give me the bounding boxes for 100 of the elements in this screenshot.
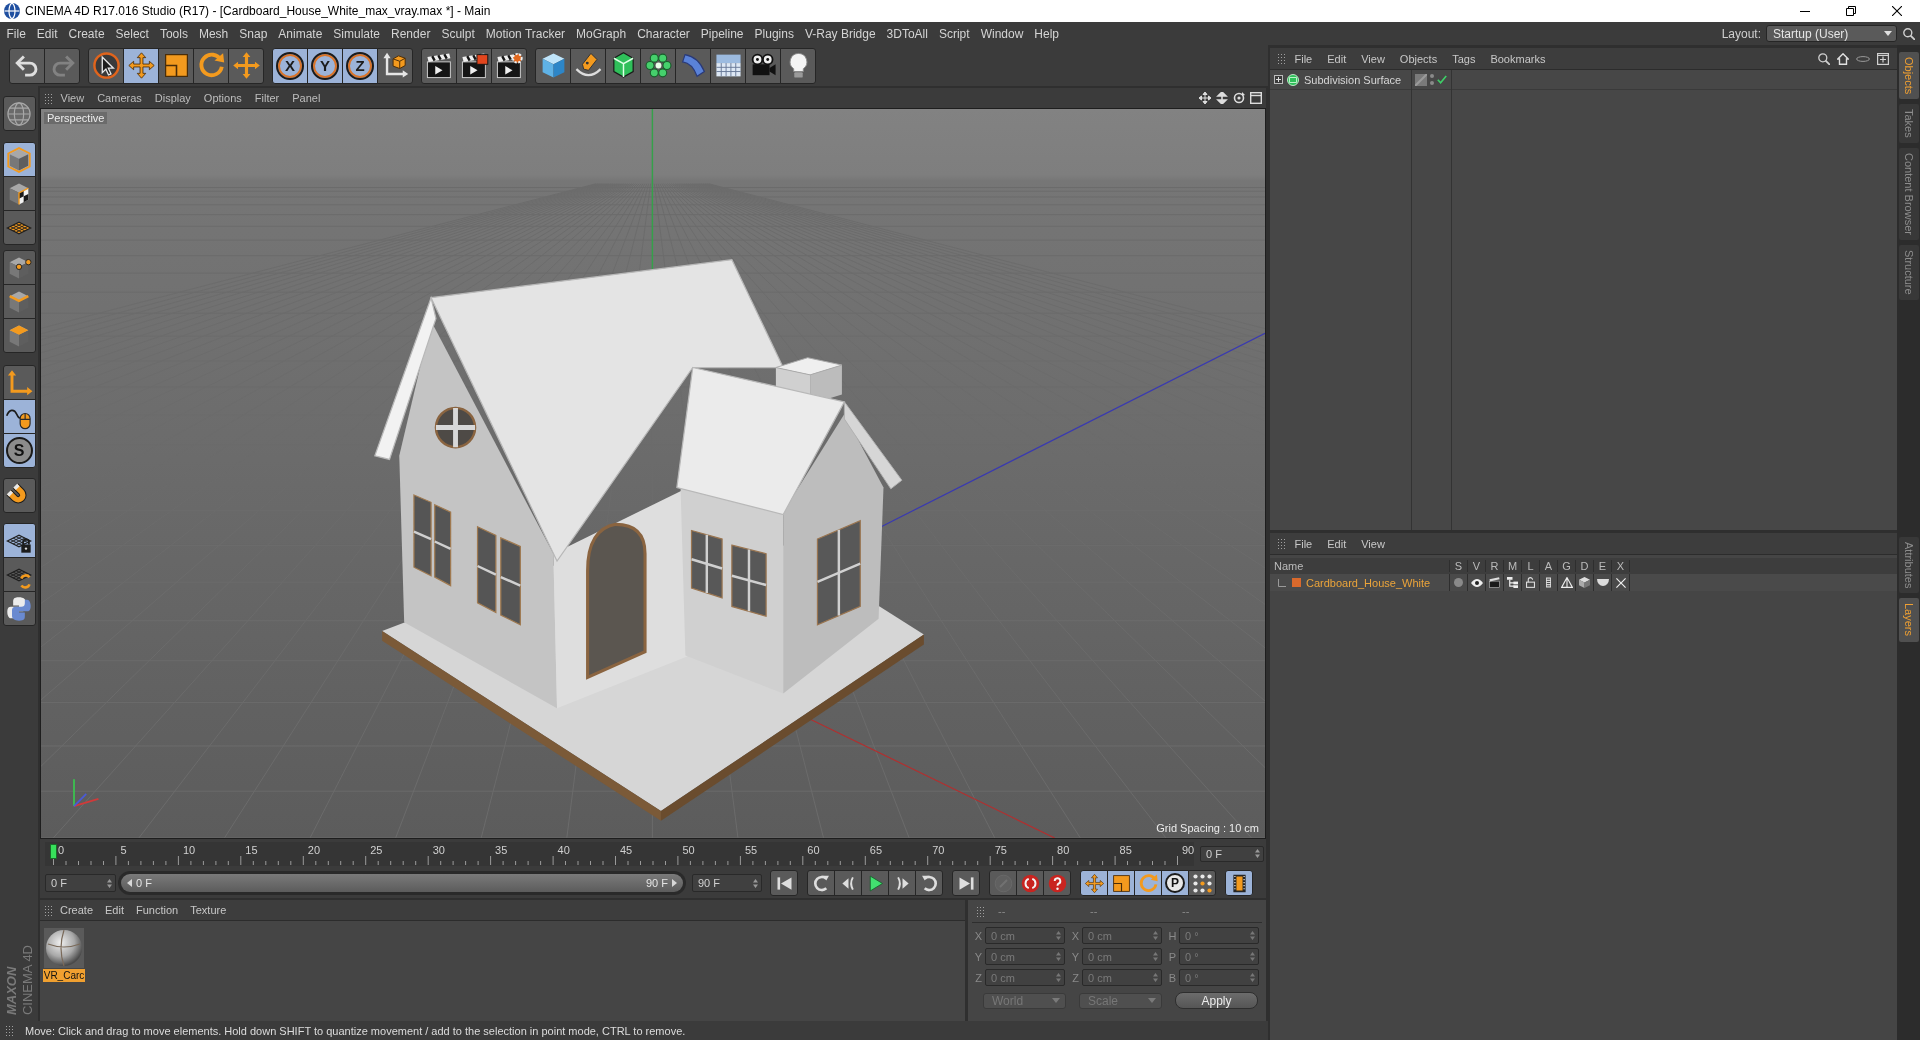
side-tab[interactable]: Attributes xyxy=(1898,537,1919,594)
menu-item[interactable]: Cameras xyxy=(90,92,149,104)
column-header[interactable]: M xyxy=(1504,560,1522,572)
expand-plus-icon[interactable] xyxy=(1274,75,1283,84)
floor-button[interactable] xyxy=(710,47,746,84)
column-header[interactable]: Name xyxy=(1270,560,1450,572)
tweak-mode-button[interactable] xyxy=(2,399,36,434)
model-mode-button[interactable] xyxy=(2,142,36,177)
timeline-ruler[interactable]: 0 5 10 15 20 25 30 35 40 45 50 55 60 65 70 75 80 85 90 xyxy=(45,841,1194,866)
recent-tool-button[interactable] xyxy=(228,47,264,84)
menu-item[interactable]: Edit xyxy=(31,26,64,41)
scale-key-button[interactable] xyxy=(1107,870,1135,896)
render-view-button[interactable] xyxy=(421,47,457,84)
menu-item[interactable]: 3DToAll xyxy=(881,26,934,41)
menu-item[interactable]: File xyxy=(1287,52,1320,65)
render-settings-button[interactable] xyxy=(491,47,527,84)
edges-mode-button[interactable] xyxy=(2,284,36,319)
menu-item[interactable]: MoGraph xyxy=(570,26,632,41)
color-swatch-icon[interactable] xyxy=(1292,578,1301,587)
apply-button[interactable]: Apply xyxy=(1175,992,1258,1009)
subdivision-button[interactable] xyxy=(605,47,641,84)
camera-button[interactable] xyxy=(745,47,781,84)
menu-item[interactable]: Pipeline xyxy=(695,26,750,41)
menu-item[interactable]: Window xyxy=(975,26,1029,41)
column-header[interactable]: G xyxy=(1558,560,1576,572)
material-item[interactable]: VR_Carc xyxy=(43,928,85,982)
orbit-icon[interactable] xyxy=(1233,92,1245,104)
striped-square-icon[interactable] xyxy=(1415,73,1427,86)
menu-item[interactable]: V-Ray Bridge xyxy=(799,26,882,41)
menu-item[interactable]: Panel xyxy=(285,92,327,104)
position-key-button[interactable] xyxy=(1080,870,1108,896)
menu-item[interactable]: Plugins xyxy=(749,26,800,41)
menu-item[interactable]: File xyxy=(1,26,32,41)
column-header[interactable]: E xyxy=(1594,560,1612,572)
menu-item[interactable]: Create xyxy=(54,904,100,916)
next-frame-button[interactable] xyxy=(888,870,916,896)
search-icon[interactable] xyxy=(1818,52,1830,65)
side-tab[interactable]: Objects xyxy=(1898,52,1919,100)
live-selection-button[interactable] xyxy=(88,47,124,84)
pan-arrows-icon[interactable] xyxy=(1199,92,1211,104)
autokey-button[interactable] xyxy=(1043,870,1071,896)
menu-item[interactable]: Animate xyxy=(272,26,328,41)
move-tool-button[interactable] xyxy=(123,47,159,84)
rotation-key-button[interactable] xyxy=(1134,870,1162,896)
left-arrow-icon[interactable] xyxy=(127,879,132,887)
menu-item[interactable]: Display xyxy=(148,92,198,104)
lock-workplane-button[interactable] xyxy=(2,523,36,558)
go-to-end-button[interactable] xyxy=(952,870,980,896)
snap-button[interactable] xyxy=(2,478,36,513)
cube-icon[interactable] xyxy=(1579,577,1590,588)
menu-item[interactable]: View xyxy=(1353,537,1393,550)
workplane-mode-button[interactable] xyxy=(2,210,36,245)
menu-item[interactable]: Motion Tracker xyxy=(480,26,571,41)
spinner-arrows-icon[interactable] xyxy=(1255,849,1260,858)
check-icon[interactable] xyxy=(1437,75,1447,84)
menu-item[interactable]: Edit xyxy=(1319,52,1354,65)
menu-item[interactable]: Script xyxy=(933,26,976,41)
undo-button[interactable] xyxy=(9,47,45,84)
menu-item[interactable]: Filter xyxy=(248,92,286,104)
points-mode-button[interactable] xyxy=(2,250,36,285)
menu-item[interactable]: Render xyxy=(385,26,436,41)
menu-item[interactable]: View xyxy=(54,92,91,104)
ellipse-icon[interactable] xyxy=(1856,55,1870,62)
align-workplane-button[interactable] xyxy=(2,557,36,592)
vertical-dots-icon[interactable] xyxy=(1430,74,1434,85)
axis-lock-button[interactable]: Z xyxy=(342,47,378,84)
dot-icon[interactable] xyxy=(1454,578,1463,587)
eye-icon[interactable] xyxy=(1470,578,1483,587)
column-header[interactable]: X xyxy=(1612,560,1630,572)
menu-item[interactable]: Objects xyxy=(1392,52,1445,65)
menu-item[interactable]: Function xyxy=(130,904,185,916)
plus-square-icon[interactable] xyxy=(1877,52,1889,65)
polygons-mode-button[interactable] xyxy=(2,318,36,353)
deformer-button[interactable] xyxy=(675,47,711,84)
go-to-start-button[interactable] xyxy=(770,870,798,896)
menu-item[interactable]: Tools xyxy=(154,26,194,41)
maximize-icon[interactable] xyxy=(1250,92,1262,104)
layout-dropdown[interactable]: Startup (User) xyxy=(1766,25,1897,42)
pyramid-icon[interactable] xyxy=(1560,577,1573,588)
spinner-arrows-icon[interactable] xyxy=(107,878,112,888)
cloner-button[interactable] xyxy=(640,47,676,84)
axis-lock-button[interactable]: Y xyxy=(307,47,343,84)
axis-mode-button[interactable] xyxy=(2,365,36,400)
axis-lock-button[interactable]: X xyxy=(272,47,308,84)
coordinate-system-button[interactable] xyxy=(377,47,413,84)
right-arrow-icon[interactable] xyxy=(672,879,677,887)
start-frame-field[interactable]: 0 F xyxy=(45,874,116,892)
search-icon[interactable] xyxy=(1903,27,1915,40)
side-tab[interactable]: Content Browser xyxy=(1898,148,1919,240)
playhead-marker[interactable] xyxy=(50,843,57,859)
previous-key-button[interactable] xyxy=(807,870,835,896)
previous-frame-button[interactable] xyxy=(834,870,862,896)
menu-item[interactable]: Tags xyxy=(1444,52,1483,65)
column-header[interactable]: L xyxy=(1522,560,1540,572)
cross-icon[interactable] xyxy=(1615,577,1626,588)
layer-name[interactable]: Cardboard_House_White xyxy=(1306,576,1431,589)
clapperboard-icon[interactable] xyxy=(1489,577,1500,588)
column-header[interactable]: D xyxy=(1576,560,1594,572)
menu-item[interactable]: Character xyxy=(631,26,696,41)
menu-item[interactable]: Sculpt xyxy=(435,26,481,41)
